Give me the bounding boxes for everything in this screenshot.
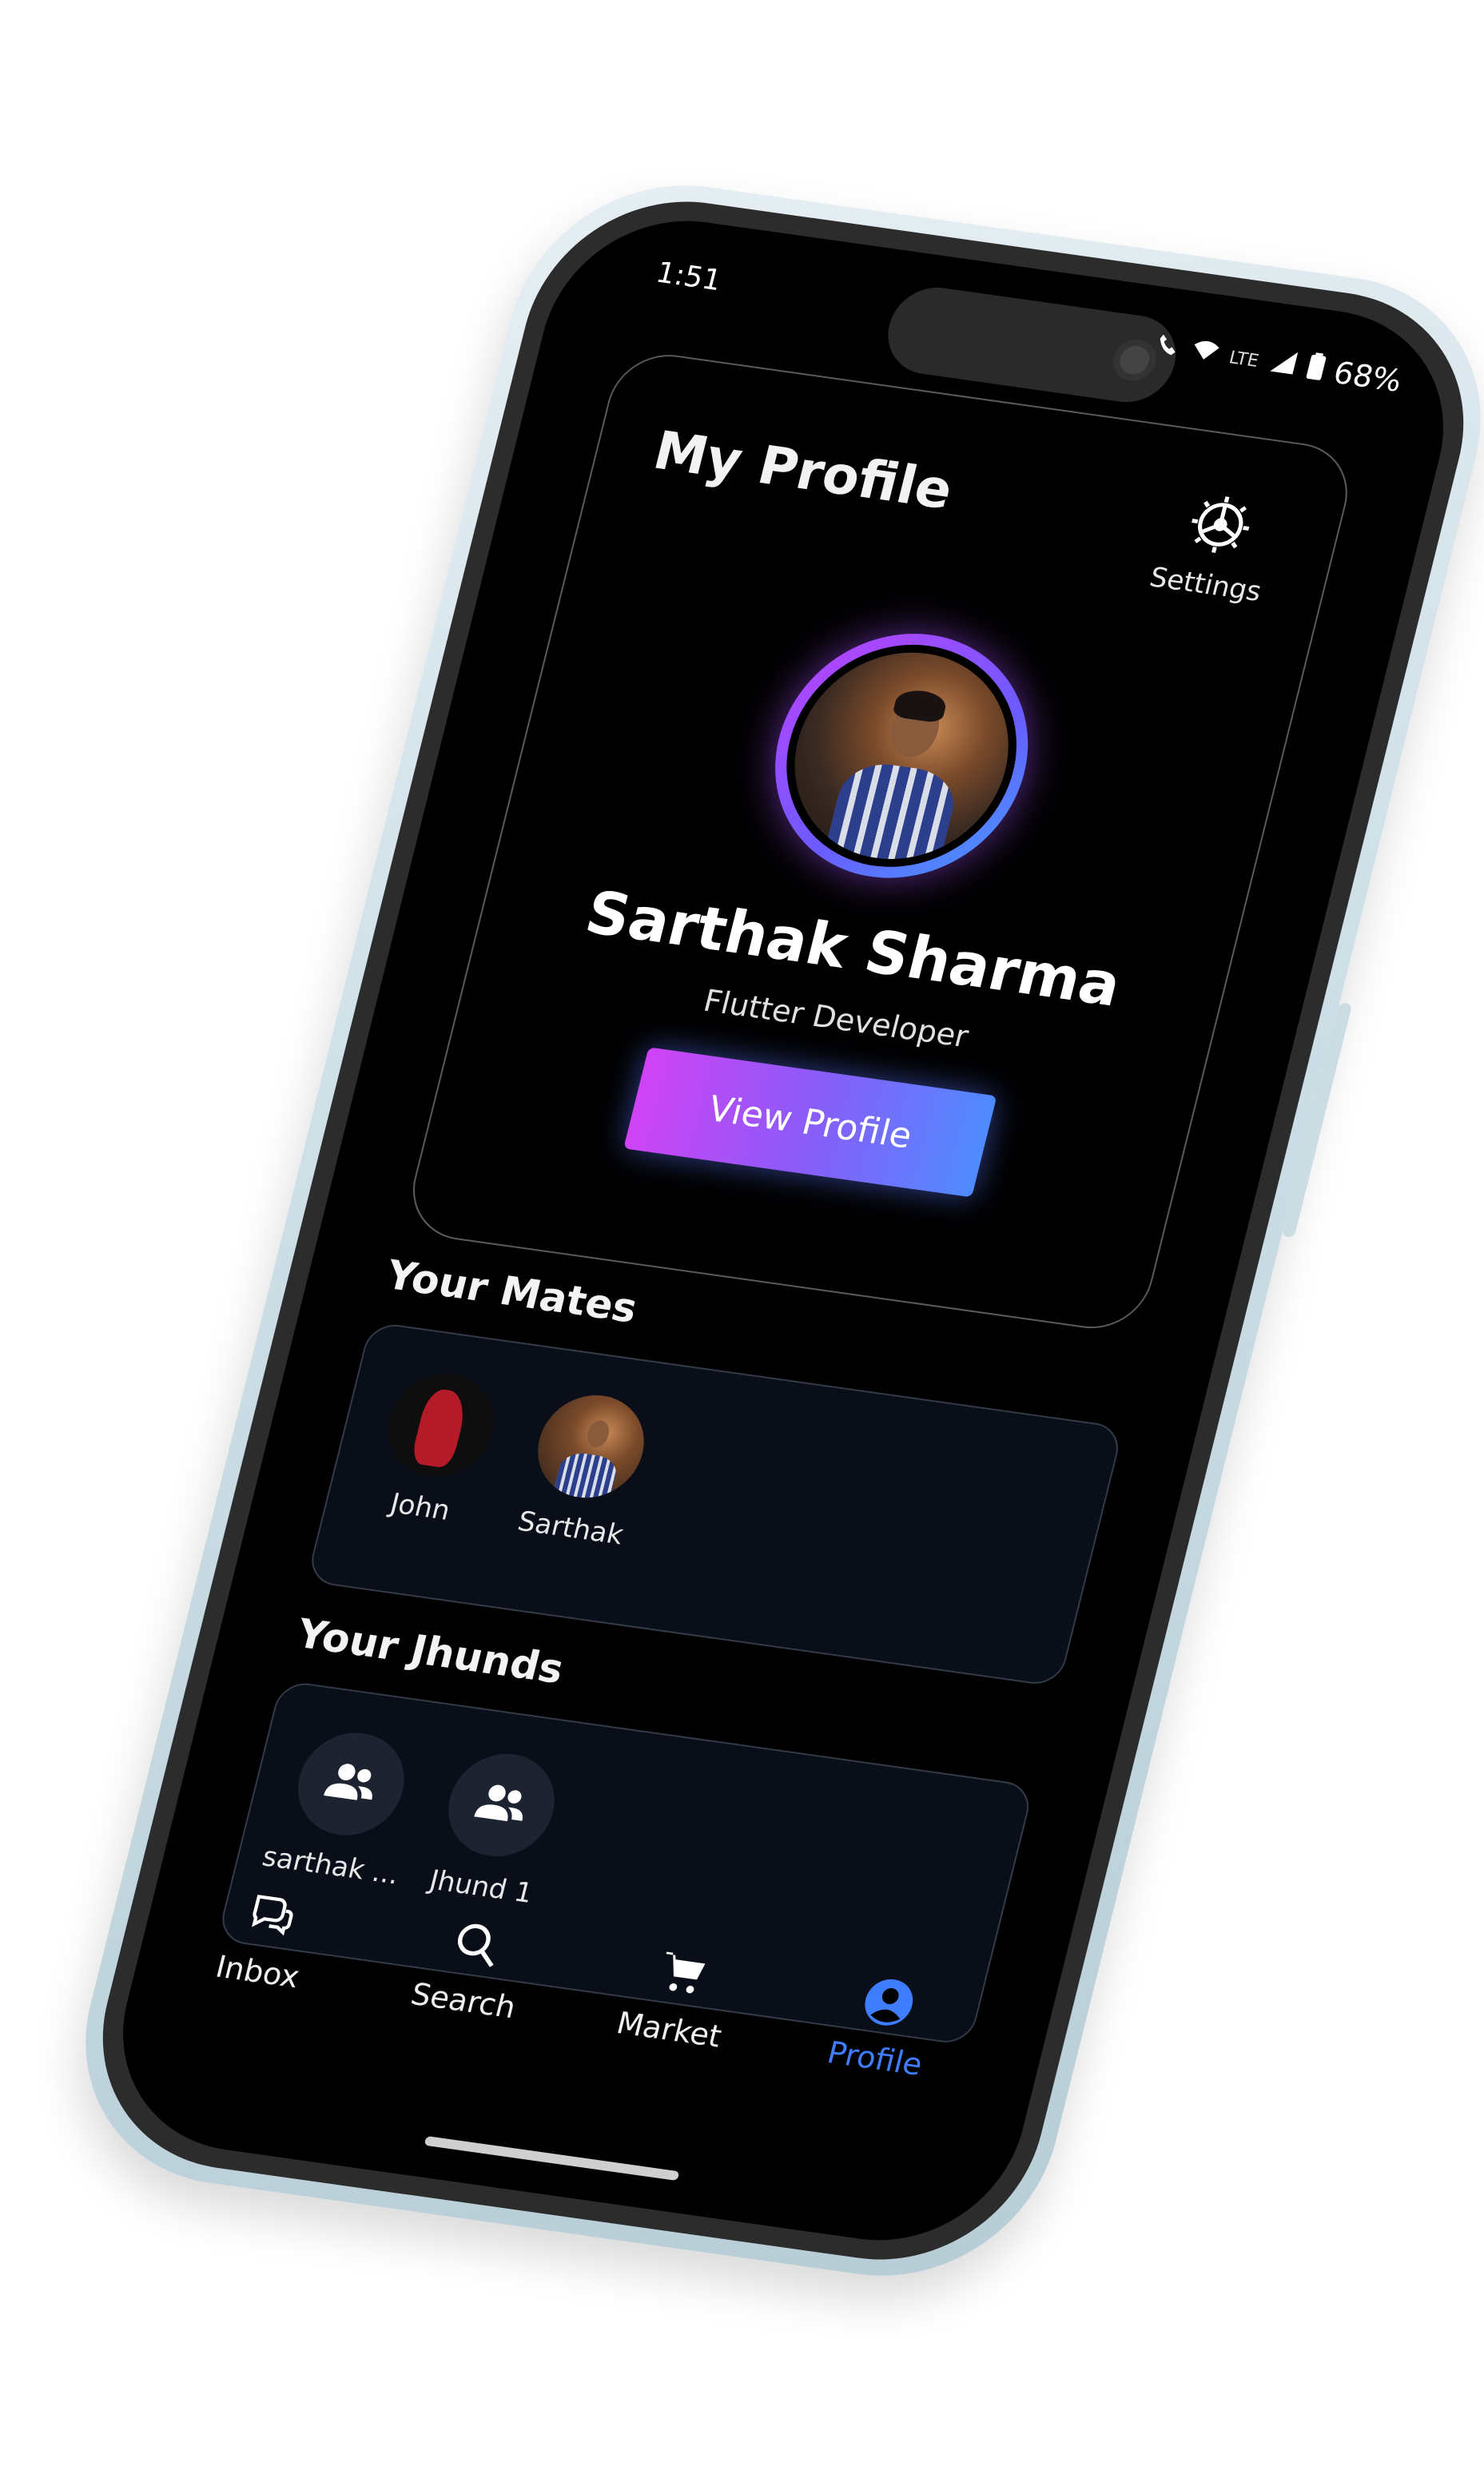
avatar-photo xyxy=(772,638,1031,873)
status-time: 1:51 xyxy=(652,256,725,298)
mate-label: John xyxy=(387,1487,454,1527)
avatar-figure xyxy=(409,1386,471,1470)
search-icon xyxy=(445,1916,509,1976)
group-avatar xyxy=(437,1747,566,1863)
dynamic-island xyxy=(878,281,1185,408)
group-icon xyxy=(466,1772,538,1839)
jhund-label: Jhund 1 xyxy=(426,1863,536,1910)
nav-label: Search xyxy=(407,1976,519,2026)
photo-shirt xyxy=(824,758,961,867)
jhunds-title: Your Jhunds xyxy=(292,1610,569,1693)
stage: 1:51 LTE 68% My Profile Settings Sarthak… xyxy=(0,0,1484,2474)
jhund-item-jhund-1[interactable]: Jhund 1 xyxy=(410,1745,582,1912)
profile-avatar[interactable] xyxy=(748,618,1055,894)
mate-label: Sarthak xyxy=(514,1505,627,1552)
jhund-item-sarthak[interactable]: sarthak ... xyxy=(259,1724,432,1891)
page-title: My Profile xyxy=(647,420,959,522)
gear-icon xyxy=(1177,487,1263,567)
nav-label: Profile xyxy=(823,2034,926,2082)
mate-item-john[interactable]: John xyxy=(349,1365,521,1532)
nav-label: Inbox xyxy=(212,1948,304,1995)
photo-shirt xyxy=(552,1450,620,1502)
photo-head xyxy=(584,1419,612,1449)
nav-label: Market xyxy=(613,2005,726,2054)
wifi-icon xyxy=(1188,335,1223,373)
mate-item-sarthak[interactable]: Sarthak xyxy=(499,1386,671,1553)
signal-icon xyxy=(1265,346,1300,384)
mates-title: Your Mates xyxy=(381,1251,643,1332)
group-avatar xyxy=(287,1726,416,1842)
group-icon xyxy=(315,1750,387,1817)
view-profile-button[interactable]: View Profile xyxy=(623,1047,997,1198)
battery-icon xyxy=(1303,351,1328,388)
profile-card: My Profile Settings Sarthak Sharma Flutt… xyxy=(400,348,1359,1336)
avatar xyxy=(527,1388,655,1505)
jhund-label: sarthak ... xyxy=(259,1840,403,1891)
cart-icon xyxy=(650,1945,714,2005)
account-circle-icon xyxy=(857,1974,921,2034)
battery-percent: 68% xyxy=(1330,355,1406,399)
status-icons: LTE 68% xyxy=(1149,329,1406,399)
avatar xyxy=(376,1367,505,1484)
settings-button[interactable]: Settings xyxy=(1142,483,1288,608)
phone-device: 1:51 LTE 68% My Profile Settings Sarthak… xyxy=(51,165,1484,2297)
settings-label: Settings xyxy=(1146,561,1265,608)
chat-bubbles-icon xyxy=(239,1887,303,1947)
network-type: LTE xyxy=(1227,347,1261,372)
avatar-border xyxy=(762,630,1041,882)
